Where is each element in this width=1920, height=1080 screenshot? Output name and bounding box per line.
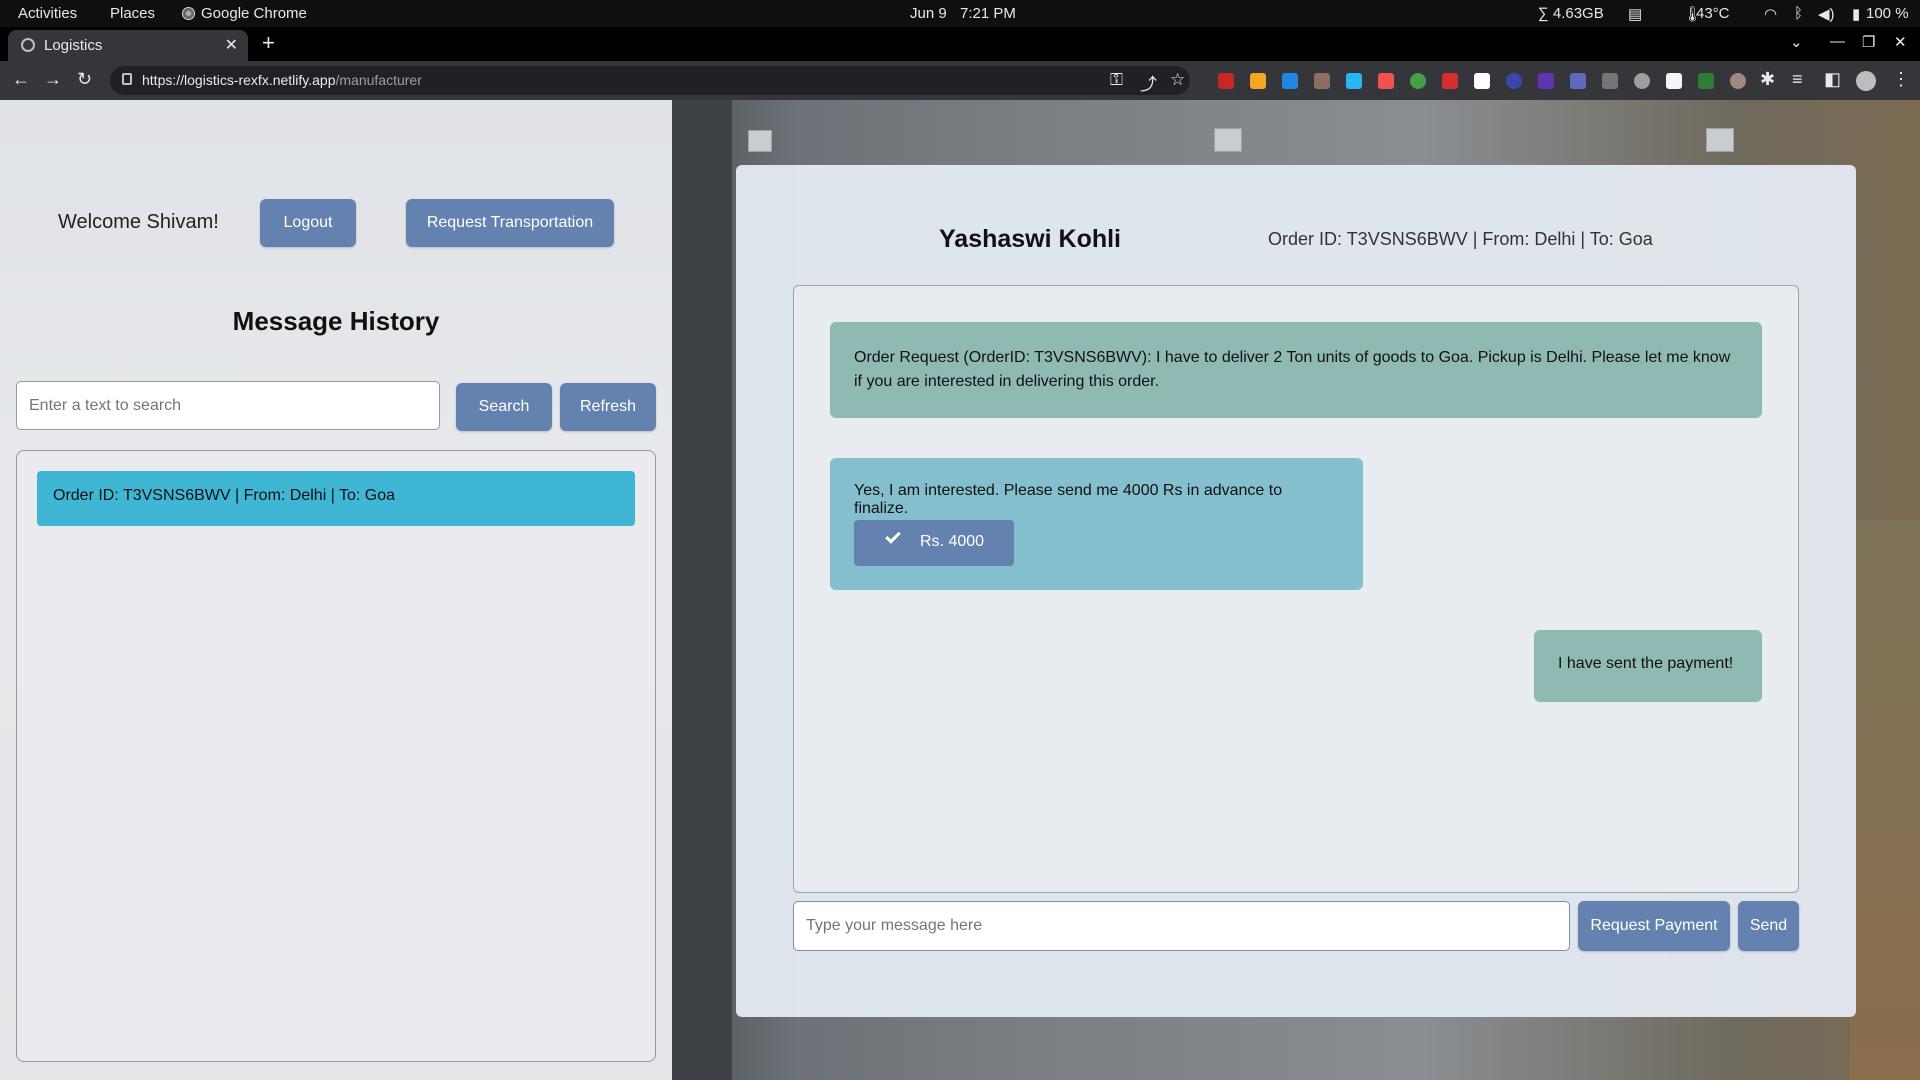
check-icon [885,528,901,544]
background-road [672,100,732,1080]
message-history-list: Order ID: T3VSNS6BWV | From: Delhi | To:… [16,450,656,1062]
extension-plus-icon[interactable] [1410,73,1426,89]
close-window-icon[interactable]: ✕ [1894,33,1907,51]
clock-time[interactable]: 7:21 PM [960,5,1016,22]
places-menu[interactable]: Places [110,5,155,22]
side-panel-icon[interactable]: ◧ [1824,69,1841,90]
logout-button[interactable]: Logout [260,199,356,247]
extension-s-icon[interactable] [1282,73,1298,89]
extension-icon[interactable] [1634,73,1650,89]
reading-list-icon[interactable]: ≡ [1792,69,1803,90]
play-icon[interactable] [1474,73,1490,89]
refresh-button[interactable]: Refresh [560,383,656,431]
payment-amount: Rs. 4000 [920,533,985,550]
lock-icon[interactable] [122,73,132,85]
message-input[interactable] [793,901,1570,951]
bookmark-star-icon[interactable]: ☆ [1170,70,1185,90]
chat-messages[interactable]: Order Request (OrderID: T3VSNS6BWV): I h… [793,285,1799,893]
order-meta: Order ID: T3VSNS6BWV | From: Delhi | To:… [1268,229,1653,249]
extension-icon[interactable] [1666,73,1682,89]
url-host: https://logistics-rexfx.netlify.app [142,72,336,88]
volume-icon[interactable]: ◀) [1818,5,1835,23]
extension-icon[interactable] [1602,73,1618,89]
tab-title: Logistics [44,37,103,54]
share-icon[interactable]: ⤴ [1140,70,1157,95]
app-menu-label: Google Chrome [201,5,307,22]
chrome-icon [182,7,195,20]
chat-panel: Yashaswi Kohli Order ID: T3VSNS6BWV | Fr… [736,165,1856,1017]
back-icon[interactable]: ← [12,69,30,90]
minimize-icon[interactable]: — [1830,33,1845,50]
extension-icon[interactable] [1250,73,1266,89]
system-top-bar: Activities Places Google Chrome Jun 9 7:… [0,0,1920,27]
extension-icon[interactable] [1698,73,1714,89]
globe-icon [21,38,35,52]
extension-icon[interactable] [1730,73,1746,89]
extension-ublock-icon[interactable] [1218,73,1234,89]
request-transportation-button[interactable]: Request Transportation [406,199,614,247]
close-tab-icon[interactable]: ✕ [225,35,238,55]
clipboard-icon[interactable]: ▤ [1628,5,1642,23]
extension-icon[interactable] [1346,73,1362,89]
wifi-icon[interactable]: ◠ [1764,5,1777,23]
welcome-text: Welcome Shivam! [58,211,219,233]
clock-date[interactable]: Jun 9 [910,5,947,22]
background-building [1706,128,1734,152]
profile-avatar[interactable] [1856,71,1876,91]
battery-indicator[interactable]: 100 % [1866,5,1909,22]
reload-icon[interactable]: ↻ [77,69,92,90]
message-bubble-received: Yes, I am interested. Please send me 400… [830,458,1363,590]
extension-icon[interactable] [1442,73,1458,89]
forward-icon[interactable]: → [44,69,62,90]
contact-name: Yashaswi Kohli [939,225,1122,253]
list-item[interactable]: Order ID: T3VSNS6BWV | From: Delhi | To:… [37,471,635,526]
battery-icon: ▮ [1852,6,1861,23]
address-bar[interactable]: https://logistics-rexfx.netlify.app/manu… [110,66,1190,95]
temperature-indicator[interactable]: 43°C [1696,5,1730,22]
payment-button[interactable]: Rs. 4000 [854,520,1014,566]
background-field [1850,520,1920,1080]
request-payment-button[interactable]: Request Payment [1578,901,1730,951]
memory-indicator[interactable]: ∑ 4.63GB [1538,5,1604,22]
search-input[interactable] [16,381,440,430]
message-bubble-sent: I have sent the payment! [1534,630,1762,702]
web-page: Welcome Shivam! Logout Request Transport… [0,100,1920,1080]
tab-logistics[interactable]: Logistics ✕ [8,30,248,61]
react-devtools-icon[interactable] [1506,73,1522,89]
new-tab-icon[interactable]: + [262,30,275,56]
kebab-menu-icon[interactable]: ⋮ [1892,69,1910,90]
extension-icon[interactable] [1538,73,1554,89]
url-path: /manufacturer [335,72,422,88]
send-button[interactable]: Send [1738,901,1799,951]
translate-icon[interactable] [1570,73,1586,89]
search-button[interactable]: Search [456,383,552,431]
message-bubble-received: Order Request (OrderID: T3VSNS6BWV): I h… [830,322,1762,418]
browser-tab-strip: Logistics ✕ [0,27,1920,61]
tab-search-icon[interactable]: ⌄ [1790,33,1803,51]
pocket-icon[interactable] [1378,73,1394,89]
left-panel: Welcome Shivam! Logout Request Transport… [0,100,672,1080]
message-text: Yes, I am interested. Please send me 400… [854,482,1283,517]
background-building [1214,128,1242,152]
message-history-heading: Message History [232,306,440,336]
background-building [748,130,772,152]
restore-icon[interactable]: ❐ [1862,33,1875,51]
app-menu[interactable]: Google Chrome [182,5,307,22]
extension-icon[interactable] [1314,73,1330,89]
key-icon[interactable]: ⚿ [1110,70,1123,90]
browser-toolbar: ← → ↻ https://logistics-rexfx.netlify.ap… [0,61,1920,100]
activities-button[interactable]: Activities [18,5,77,22]
bluetooth-icon[interactable]: ᛒ [1794,5,1803,22]
puzzle-icon[interactable]: ✱ [1760,69,1775,90]
